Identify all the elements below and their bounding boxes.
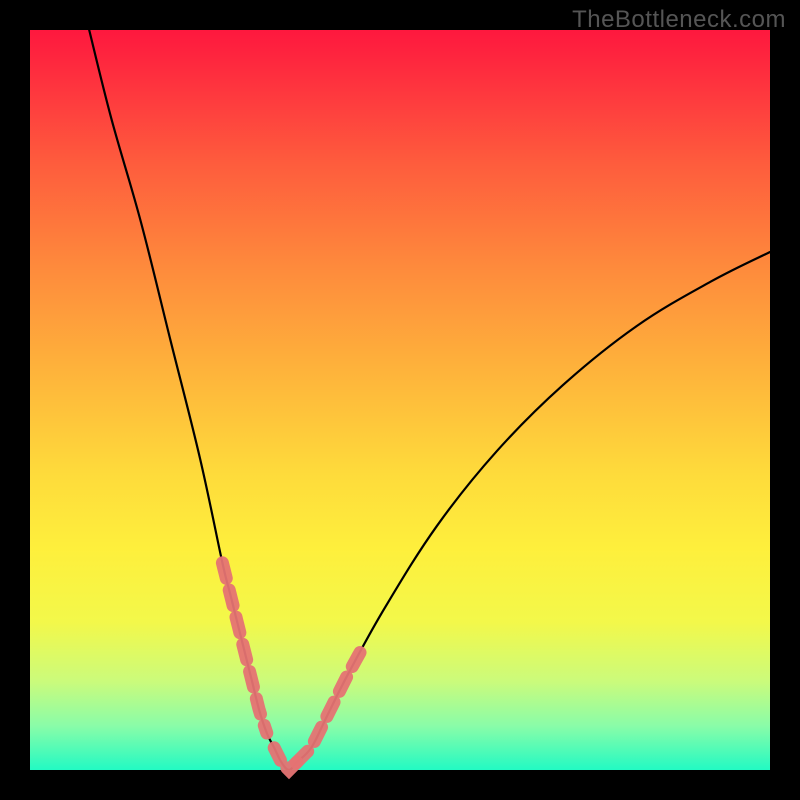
plot-area bbox=[30, 30, 770, 770]
highlight-segment bbox=[296, 647, 363, 762]
plot-inner bbox=[30, 30, 770, 770]
bottleneck-curve bbox=[89, 30, 770, 770]
highlight-segment bbox=[222, 563, 266, 733]
curve-layer bbox=[30, 30, 770, 770]
chart-frame: TheBottleneck.com bbox=[0, 0, 800, 800]
watermark-text: TheBottleneck.com bbox=[572, 6, 786, 34]
